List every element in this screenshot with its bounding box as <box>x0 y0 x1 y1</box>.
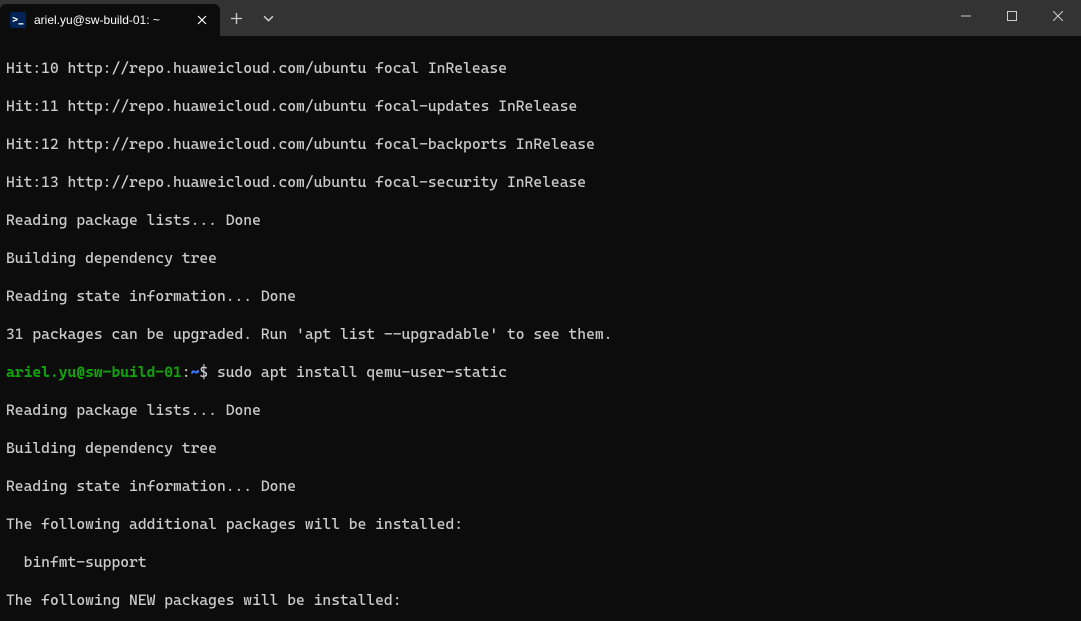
new-tab-button[interactable] <box>220 2 252 34</box>
command-text: sudo apt install qemu-user-static <box>217 363 507 381</box>
output-line: Reading state information... Done <box>6 287 1075 306</box>
output-line: 31 packages can be upgraded. Run 'apt li… <box>6 325 1075 344</box>
output-line: Building dependency tree <box>6 439 1075 458</box>
window-titlebar: >_ ariel.yu@sw-build-01: ~ <box>0 0 1081 36</box>
prompt-line: ariel.yu@sw-build-01:~$ sudo apt install… <box>6 363 1075 382</box>
output-line: Hit:10 http://repo.huaweicloud.com/ubunt… <box>6 59 1075 78</box>
tab-title: ariel.yu@sw-build-01: ~ <box>34 13 186 27</box>
window-minimize-button[interactable] <box>943 0 989 32</box>
output-line: Hit:12 http://repo.huaweicloud.com/ubunt… <box>6 135 1075 154</box>
output-line: The following additional packages will b… <box>6 515 1075 534</box>
output-line: Reading package lists... Done <box>6 211 1075 230</box>
terminal-output[interactable]: Hit:10 http://repo.huaweicloud.com/ubunt… <box>0 36 1081 621</box>
tab-close-button[interactable] <box>194 12 210 28</box>
output-line: Reading state information... Done <box>6 477 1075 496</box>
output-line: binfmt-support <box>6 553 1075 572</box>
output-line: The following NEW packages will be insta… <box>6 591 1075 610</box>
output-line: Hit:11 http://repo.huaweicloud.com/ubunt… <box>6 97 1075 116</box>
output-line: Building dependency tree <box>6 249 1075 268</box>
prompt-user-host: ariel.yu@sw-build-01 <box>6 363 182 381</box>
powershell-icon: >_ <box>10 12 26 28</box>
tab-dropdown-button[interactable] <box>252 2 284 34</box>
tab-active[interactable]: >_ ariel.yu@sw-build-01: ~ <box>0 4 220 36</box>
window-maximize-button[interactable] <box>989 0 1035 32</box>
window-close-button[interactable] <box>1035 0 1081 32</box>
output-line: Hit:13 http://repo.huaweicloud.com/ubunt… <box>6 173 1075 192</box>
output-line: Reading package lists... Done <box>6 401 1075 420</box>
